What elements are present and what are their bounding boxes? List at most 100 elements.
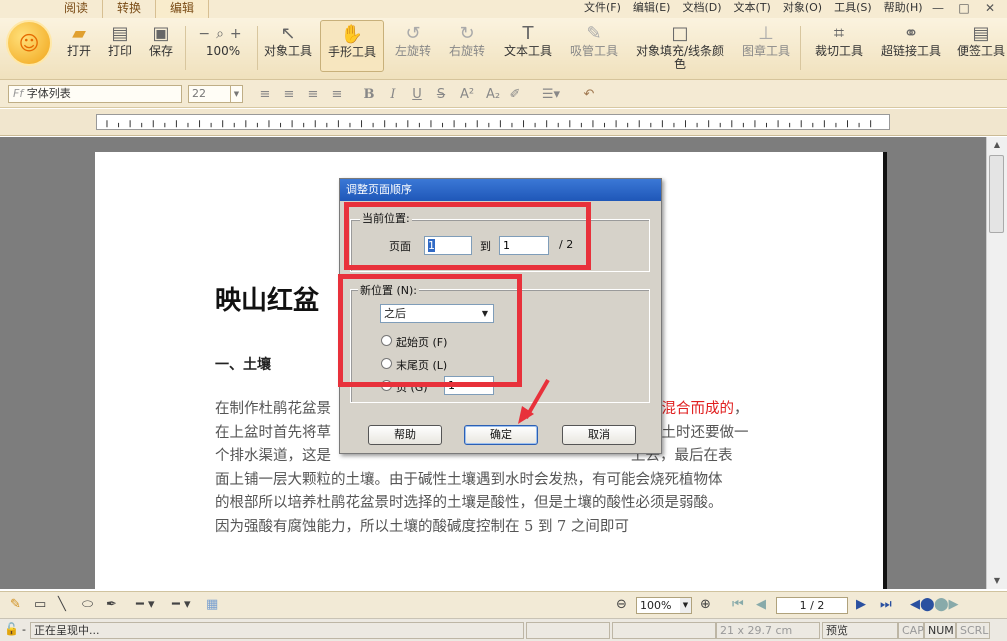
menu-text[interactable]: 文本(T)	[728, 0, 777, 16]
rectangle-icon[interactable]: ▭	[34, 596, 46, 614]
ok-button[interactable]: 确定	[464, 425, 538, 445]
menu-bar: 文件(F) 编辑(E) 文档(D) 文本(T) 对象(O) 工具(S) 帮助(H…	[578, 0, 929, 16]
hand-tool-button[interactable]: ✋ 手形工具	[320, 20, 384, 72]
color-square-icon: □	[671, 23, 689, 44]
fill-stroke-button[interactable]: □ 对象填充/线条颜色	[632, 23, 728, 71]
hand-icon: ✋	[340, 24, 364, 45]
scroll-lock-indicator: SCRL	[956, 622, 990, 639]
last-page-icon[interactable]: ⏭	[880, 596, 892, 614]
pencil-icon[interactable]: ✎	[10, 596, 21, 614]
tab-edit[interactable]: 编辑	[156, 0, 210, 18]
zoom-icons[interactable]: −⌕+	[198, 23, 247, 45]
menu-tools[interactable]: 工具(S)	[828, 0, 878, 16]
app-logo-icon[interactable]: ☺	[6, 20, 52, 66]
red-arrow-icon	[518, 378, 550, 424]
pen-icon[interactable]: ✒	[106, 596, 117, 614]
zoom-out-icon[interactable]: ⊖	[616, 596, 627, 614]
text-tool-button[interactable]: T 文本工具	[502, 23, 554, 71]
view-mode: 预览	[822, 622, 898, 639]
printer-icon: ▤	[111, 23, 129, 44]
page-number-input[interactable]: 1 / 2	[776, 597, 848, 614]
menu-help[interactable]: 帮助(H)	[878, 0, 929, 16]
rotate-right-button[interactable]: ↻ 右旋转	[447, 23, 487, 71]
help-button[interactable]: 帮助	[368, 425, 442, 445]
line-icon[interactable]: ╲	[58, 596, 66, 614]
underline-button[interactable]: U	[408, 86, 426, 104]
status-dash: -	[22, 623, 26, 636]
status-bar: 🔓 - 正在呈现中... 21 x 29.7 cm 预览 CAP NUM SCR…	[0, 618, 1007, 641]
zoom-in-icon[interactable]: ⊕	[700, 596, 711, 614]
menu-file[interactable]: 文件(F)	[578, 0, 627, 16]
menu-object[interactable]: 对象(O)	[777, 0, 828, 16]
menu-edit[interactable]: 编辑(E)	[627, 0, 677, 16]
zoom-select[interactable]: 100% ▼	[636, 597, 692, 614]
open-button[interactable]: ▰ 打开	[64, 23, 94, 71]
cancel-button[interactable]: 取消	[562, 425, 636, 445]
ellipse-icon[interactable]: ⬭	[82, 596, 93, 614]
tab-read[interactable]: 阅读	[50, 0, 104, 18]
scroll-up-icon[interactable]: ▲	[987, 137, 1007, 153]
fill-pattern-icon[interactable]: ▦	[206, 596, 218, 614]
align-center-icon[interactable]: ≡	[280, 86, 298, 104]
italic-button[interactable]: I	[384, 86, 402, 104]
eyedropper-icon: ✎	[586, 23, 602, 44]
first-page-icon[interactable]: ⏮	[732, 596, 744, 614]
prev-page-icon[interactable]: ◀	[756, 596, 766, 614]
vertical-scrollbar[interactable]: ▲ ▼	[986, 137, 1007, 589]
line-style-icon[interactable]: ━ ▾	[136, 596, 154, 614]
arrow-cursor-icon: ↖	[280, 23, 296, 44]
object-tool-button[interactable]: ↖ 对象工具	[262, 23, 314, 71]
note-tool-button[interactable]: ▤ 便签工具	[955, 23, 1007, 71]
align-left-icon[interactable]: ≡	[256, 86, 274, 104]
font-size-select[interactable]: 22 ▼	[188, 85, 243, 103]
undo-icon[interactable]: ↶	[580, 86, 598, 104]
line-spacing-icon[interactable]: ☰▾	[538, 86, 564, 104]
crop-tool-button[interactable]: ⌗ 裁切工具	[812, 23, 866, 71]
folder-icon: ▰	[72, 23, 86, 44]
disk-icon: ▣	[152, 23, 170, 44]
status-message: 正在呈现中...	[30, 622, 524, 639]
hyperlink-tool-button[interactable]: ⚭ 超链接工具	[879, 23, 943, 71]
align-justify-icon[interactable]: ≡	[328, 86, 346, 104]
lock-icon: 🔓	[4, 622, 19, 636]
forward-view-icon[interactable]: ⬤▶	[934, 596, 959, 614]
num-indicator: NUM	[924, 622, 956, 639]
highlighter-icon[interactable]: ✐	[506, 86, 524, 104]
subscript-button[interactable]: A₂	[482, 86, 504, 104]
page-size: 21 x 29.7 cm	[716, 622, 820, 639]
maximize-button[interactable]: □	[951, 0, 977, 18]
scrollbar-thumb[interactable]	[989, 155, 1004, 233]
toolbar-separator	[257, 26, 258, 70]
stamp-tool-button[interactable]: ⊥ 图章工具	[740, 23, 792, 71]
scroll-down-icon[interactable]: ▼	[987, 573, 1007, 589]
font-family-select[interactable]: Ff 字体列表	[8, 85, 182, 103]
next-page-icon[interactable]: ▶	[856, 596, 866, 614]
title-bar: 阅读 转换 编辑 文件(F) 编辑(E) 文档(D) 文本(T) 对象(O) 工…	[0, 0, 1007, 18]
align-right-icon[interactable]: ≡	[304, 86, 322, 104]
highlight-box-current	[344, 202, 591, 270]
chevron-down-icon: ▼	[230, 86, 242, 102]
strikethrough-button[interactable]: S	[432, 86, 450, 104]
highlight-box-new	[338, 274, 522, 387]
minimize-button[interactable]: —	[925, 0, 951, 18]
print-button[interactable]: ▤ 打印	[105, 23, 135, 71]
zoom-control: −⌕+ 100%	[192, 23, 254, 71]
horizontal-ruler	[96, 114, 890, 130]
bold-button[interactable]: B	[360, 86, 378, 104]
stamp-icon: ⊥	[758, 23, 774, 44]
eyedropper-tool-button[interactable]: ✎ 吸管工具	[568, 23, 620, 71]
caps-indicator: CAP	[898, 622, 924, 639]
tab-convert[interactable]: 转换	[103, 0, 157, 18]
back-view-icon[interactable]: ◀⬤	[910, 596, 935, 614]
toolbar-separator	[185, 26, 186, 70]
paragraph-line: 因为强酸有腐蚀能力，所以土壤的酸碱度控制在 5 到 7 之间即可	[215, 518, 629, 535]
dash-style-icon[interactable]: ━ ▾	[172, 596, 190, 614]
rotate-right-icon: ↻	[459, 23, 475, 44]
section-heading: 一、土壤	[215, 357, 271, 373]
superscript-button[interactable]: A²	[456, 86, 478, 104]
rotate-left-button[interactable]: ↺ 左旋转	[393, 23, 433, 71]
menu-document[interactable]: 文档(D)	[676, 0, 727, 16]
close-button[interactable]: ✕	[977, 0, 1003, 18]
save-button[interactable]: ▣ 保存	[146, 23, 176, 71]
status-empty	[612, 622, 716, 639]
